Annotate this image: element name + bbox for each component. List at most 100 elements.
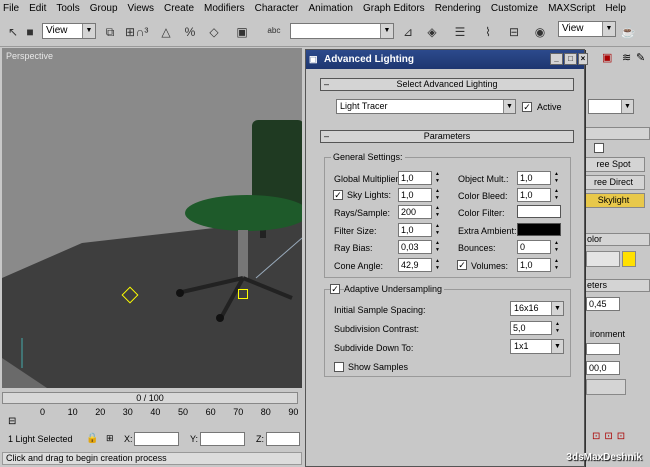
menu-item-group[interactable]: Group xyxy=(90,3,118,14)
percent-snap-icon[interactable]: % xyxy=(180,22,200,42)
color-rollout[interactable]: olor xyxy=(582,233,650,246)
color-bleed-spinner[interactable]: 1,0 ▲ ▼ xyxy=(517,188,561,202)
render-button[interactable] xyxy=(586,379,626,395)
name-field[interactable] xyxy=(586,251,620,267)
lock-selection-icon[interactable]: 🔒 xyxy=(86,433,98,444)
extra-ambient-swatch[interactable] xyxy=(517,223,561,236)
menu-item-graph-editors[interactable]: Graph Editors xyxy=(363,3,425,14)
time-slider[interactable]: 0 / 100 xyxy=(2,392,298,404)
sky-lights-spinner[interactable]: 1,0 ▲ ▼ xyxy=(398,188,442,202)
menu-item-rendering[interactable]: Rendering xyxy=(435,3,481,14)
spinner-arrows-icon[interactable]: ▲ ▼ xyxy=(552,188,561,202)
skylight-button[interactable]: Skylight xyxy=(582,193,645,208)
spinner-arrows-icon[interactable]: ▲ ▼ xyxy=(433,171,442,185)
y-coord-field[interactable] xyxy=(200,432,245,446)
autogrid-checkbox[interactable] xyxy=(594,143,604,153)
initial-spacing-dropdown[interactable]: 16x16 ▼ xyxy=(510,301,564,316)
spinner-arrows-icon[interactable]: ▲ ▼ xyxy=(433,188,442,202)
stop-icon[interactable]: ■ xyxy=(20,22,40,42)
spinner-arrows-icon[interactable]: ▲ ▼ xyxy=(553,321,562,335)
parameters-rollout-header[interactable]: – Parameters xyxy=(320,130,574,143)
dialog-titlebar[interactable]: ▣ Advanced Lighting _ □ × xyxy=(306,50,588,69)
ray-bias-spinner[interactable]: 0,03 ▲ ▼ xyxy=(398,240,442,254)
menu-item-tools[interactable]: Tools xyxy=(56,3,79,14)
spinner-arrows-icon[interactable]: ▲ ▼ xyxy=(552,171,561,185)
track-ruler[interactable]: 0102030405060708090100 xyxy=(2,407,331,419)
volumes-spinner[interactable]: 1,0 ▲ ▼ xyxy=(517,258,561,272)
spinner-arrows-icon[interactable]: ▲ ▼ xyxy=(552,240,561,254)
advanced-lighting-dialog: ▣ Advanced Lighting _ □ × – Select Advanc… xyxy=(305,49,588,467)
track-bar-icon[interactable]: ⊟ xyxy=(8,416,22,428)
cube-icon[interactable]: ▣ xyxy=(232,22,252,42)
subdivide-down-dropdown[interactable]: 1x1 ▼ xyxy=(510,339,564,354)
tab-display-icon[interactable]: ≋ xyxy=(622,51,631,64)
show-samples-checkbox[interactable] xyxy=(334,362,344,372)
named-selection-icon[interactable]: ᵃᵇᶜ xyxy=(264,22,284,42)
menu-item-help[interactable]: Help xyxy=(605,3,626,14)
menu-item-edit[interactable]: Edit xyxy=(29,3,46,14)
teapot-icon[interactable]: ☕ xyxy=(618,22,638,42)
mirror-icon[interactable]: ⧉ xyxy=(100,22,120,42)
menu-item-customize[interactable]: Customize xyxy=(491,3,538,14)
light-color-swatch[interactable] xyxy=(622,251,636,267)
viewport-nav-icons[interactable]: ⊡⊡⊡ xyxy=(592,431,629,442)
menu-item-character[interactable]: Character xyxy=(255,3,299,14)
perspective-viewport[interactable]: Perspective xyxy=(2,48,302,388)
x-coord-field[interactable] xyxy=(134,432,179,446)
multiplier-field[interactable]: 0,45 xyxy=(586,297,620,311)
volumes-checkbox[interactable]: ✓ xyxy=(457,260,467,270)
reference-coord-combo[interactable]: View ▼ xyxy=(42,23,96,39)
menu-item-modifiers[interactable]: Modifiers xyxy=(204,3,245,14)
layer-manager-icon[interactable]: ☰ xyxy=(450,22,470,42)
sky-lights-checkbox[interactable]: ✓ xyxy=(333,190,343,200)
maximize-button[interactable]: □ xyxy=(564,53,577,65)
light-category-combo[interactable]: ▼ xyxy=(588,99,634,114)
free-direct-button[interactable]: ree Direct xyxy=(582,175,645,190)
angle-snap-icon[interactable]: △ xyxy=(156,22,176,42)
color-filter-swatch[interactable] xyxy=(517,205,561,218)
render-view-combo[interactable]: View ▼ xyxy=(558,21,616,37)
menu-item-views[interactable]: Views xyxy=(128,3,155,14)
spinner-arrows-icon[interactable]: ▲ ▼ xyxy=(552,258,561,272)
named-selection-combo[interactable]: ▼ xyxy=(290,23,394,39)
spinner-snap-icon[interactable]: ◇ xyxy=(204,22,224,42)
object-mult-spinner[interactable]: 1,0 ▲ ▼ xyxy=(517,171,561,185)
parameters-rollout[interactable]: eters xyxy=(582,279,650,292)
filter-size-spinner[interactable]: 1,0 ▲ ▼ xyxy=(398,223,442,237)
tab-create-icon[interactable]: ▣ xyxy=(602,51,612,64)
adaptive-undersampling-checkbox[interactable]: ✓ xyxy=(330,284,340,294)
cone-angle-spinner[interactable]: 42,9 ▲ ▼ xyxy=(398,258,442,272)
align-tool-icon[interactable]: ◈ xyxy=(422,22,442,42)
close-button[interactable]: × xyxy=(578,53,588,65)
snap-3-icon[interactable]: ∩³ xyxy=(132,22,152,42)
bounces-spinner[interactable]: 0 ▲ ▼ xyxy=(517,240,561,254)
spinner-arrows-icon[interactable]: ▲ ▼ xyxy=(433,240,442,254)
menu-item-maxscript[interactable]: MAXScript xyxy=(548,3,595,14)
subdivision-contrast-spinner[interactable]: 5,0 ▲ ▼ xyxy=(510,321,562,335)
free-spot-button[interactable]: ree Spot xyxy=(582,157,645,172)
menu-item-file[interactable]: File xyxy=(3,3,19,14)
active-checkbox[interactable]: ✓ xyxy=(522,102,532,112)
select-lighting-rollout[interactable]: – Select Advanced Lighting xyxy=(320,78,574,91)
menu-item-create[interactable]: Create xyxy=(164,3,194,14)
global-multiplier-spinner[interactable]: 1,0 ▲ ▼ xyxy=(398,171,442,185)
mirror-tool-icon[interactable]: ⊿ xyxy=(398,22,418,42)
rays-field[interactable]: 00,0 xyxy=(586,361,620,375)
z-coord-field[interactable] xyxy=(266,432,300,446)
light-target-icon[interactable] xyxy=(238,289,248,299)
spinner-arrows-icon[interactable]: ▲ ▼ xyxy=(433,258,442,272)
curve-editor-icon[interactable]: ⌇ xyxy=(478,22,498,42)
schematic-icon[interactable]: ⊟ xyxy=(504,22,524,42)
spinner-arrows-icon[interactable]: ▲ ▼ xyxy=(433,205,442,219)
spinner-arrows-icon[interactable]: ▲ ▼ xyxy=(433,223,442,237)
lighting-plugin-dropdown[interactable]: Light Tracer ▼ xyxy=(336,99,516,114)
rays-sample-label: Rays/Sample: xyxy=(334,208,391,218)
minimize-button[interactable]: _ xyxy=(550,53,563,65)
sky-color-swatch[interactable] xyxy=(586,343,620,355)
viewport-label[interactable]: Perspective xyxy=(6,51,53,61)
render-setup-icon[interactable]: ◉ xyxy=(530,22,550,42)
menu-item-animation[interactable]: Animation xyxy=(309,3,353,14)
tab-utilities-icon[interactable]: ✎ xyxy=(636,51,645,64)
rays-sample-spinner[interactable]: 200 ▲ ▼ xyxy=(398,205,442,219)
absolute-mode-icon[interactable]: ⊞ xyxy=(106,433,114,444)
